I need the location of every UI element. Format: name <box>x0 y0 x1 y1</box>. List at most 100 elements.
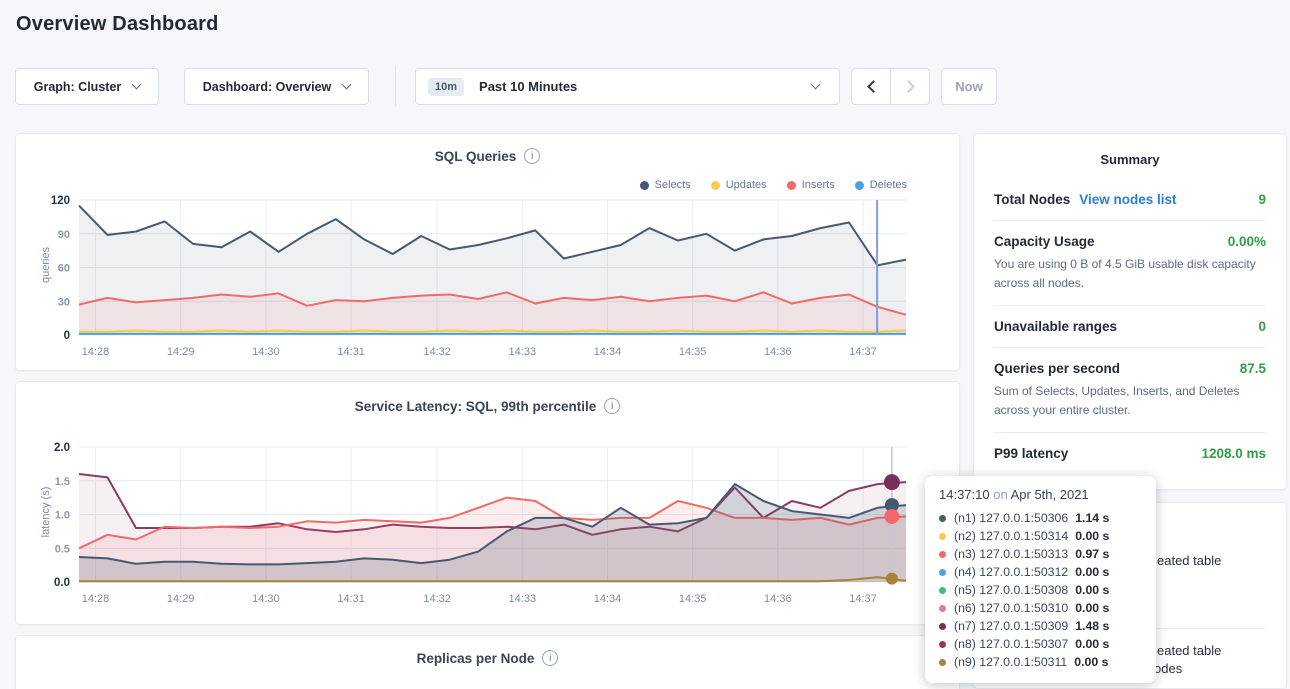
svg-text:14:33: 14:33 <box>509 593 537 605</box>
svg-text:14:36: 14:36 <box>764 593 792 605</box>
summary-row: Queries per second87.5Sum of Selects, Up… <box>994 348 1266 432</box>
chart-tooltip: 14:37:10 on Apr 5th, 2021 (n1) 127.0.0.1… <box>925 476 1156 683</box>
tooltip-row: (n8) 127.0.0.1:503070.00 s <box>939 635 1142 653</box>
event-text-fragment: eated table <box>1157 553 1221 568</box>
chart-canvas: 14:2814:2914:3014:3114:3214:3314:3414:35… <box>16 188 916 366</box>
series-dot-icon <box>939 587 946 594</box>
tooltip-row: (n1) 127.0.0.1:503061.14 s <box>939 509 1142 527</box>
tooltip-rows: (n1) 127.0.0.1:503061.14 s(n2) 127.0.0.1… <box>939 509 1142 671</box>
summary-row: Unavailable ranges 0 <box>994 306 1266 347</box>
svg-text:14:34: 14:34 <box>594 346 622 358</box>
summary-row: Capacity Usage 0.00% You are using 0 B of … <box>994 221 1266 305</box>
summary-row-label: Unavailable ranges <box>994 319 1117 334</box>
svg-text:14:36: 14:36 <box>764 346 792 358</box>
series-dot-icon <box>939 623 946 630</box>
event-text-fragment: eated table <box>1157 643 1221 658</box>
tooltip-node-value: 0.00 s <box>1075 565 1109 579</box>
service-latency-card: Service Latency: SQL, 99th percentile i … <box>15 381 960 625</box>
time-range-dropdown[interactable]: 10m Past 10 Minutes <box>415 68 840 105</box>
chevron-right-icon <box>902 80 915 93</box>
svg-text:14:37: 14:37 <box>849 346 877 358</box>
svg-text:14:30: 14:30 <box>252 593 280 605</box>
summary-row-label: Total Nodes <box>994 192 1070 207</box>
time-range-badge: 10m <box>428 78 464 96</box>
tooltip-time: 14:37:10 <box>939 487 990 502</box>
summary-rows: Total Nodes View nodes list 9 Capacity Usag… <box>994 179 1266 474</box>
tooltip-row: (n2) 127.0.0.1:503140.00 s <box>939 527 1142 545</box>
tooltip-row: (n4) 127.0.0.1:50312 0.00 s <box>939 563 1142 581</box>
svg-text:14:30: 14:30 <box>252 346 280 358</box>
series-dot-icon <box>939 515 946 522</box>
svg-text:14:32: 14:32 <box>423 593 451 605</box>
tooltip-date: Apr 5th, 2021 <box>1011 487 1089 502</box>
event-text-fragment: odes <box>1154 661 1182 676</box>
time-prev-button[interactable] <box>851 68 891 105</box>
graph-dropdown[interactable]: Graph: Cluster <box>15 68 159 105</box>
tooltip-node-value: 1.48 s <box>1075 619 1109 633</box>
tooltip-row: (n3) 127.0.0.1:503130.97 s <box>939 545 1142 563</box>
tooltip-header: 14:37:10 on Apr 5th, 2021 <box>939 487 1142 502</box>
svg-text:14:29: 14:29 <box>167 593 195 605</box>
summary-row: Total Nodes View nodes list 9 <box>994 179 1266 220</box>
tooltip-node-value: 0.00 s <box>1074 655 1108 669</box>
svg-text:0: 0 <box>64 330 70 342</box>
chevron-left-icon <box>867 80 880 93</box>
info-icon[interactable]: i <box>604 398 620 414</box>
svg-text:14:35: 14:35 <box>679 593 707 605</box>
tooltip-row: (n6) 127.0.0.1:503100.00 s <box>939 599 1142 617</box>
summary-title: Summary <box>994 152 1266 167</box>
chart-title-row: Service Latency: SQL, 99th percentile i <box>16 398 959 414</box>
svg-text:120: 120 <box>51 195 70 207</box>
summary-row: P99 latency1208.0 ms <box>994 433 1266 474</box>
svg-text:0.5: 0.5 <box>55 543 70 555</box>
dashboard-dropdown[interactable]: Dashboard: Overview <box>184 68 369 105</box>
svg-text:60: 60 <box>58 263 70 275</box>
svg-text:14:31: 14:31 <box>337 346 365 358</box>
chevron-down-icon <box>132 80 142 90</box>
tooltip-node-label: (n4) 127.0.0.1:50312 <box>954 565 1068 579</box>
graph-dropdown-label: Graph: Cluster <box>34 80 122 94</box>
tooltip-node-value: 0.00 s <box>1075 583 1109 597</box>
svg-text:14:28: 14:28 <box>82 593 110 605</box>
tooltip-node-label: (n3) 127.0.0.1:50313 <box>954 547 1068 561</box>
summary-row-value: 0.00% <box>1228 234 1266 249</box>
tooltip-node-label: (n7) 127.0.0.1:50309 <box>954 619 1068 633</box>
chart-title: Replicas per Node <box>417 651 535 666</box>
page-title: Overview Dashboard <box>16 13 219 36</box>
svg-text:14:28: 14:28 <box>82 346 110 358</box>
chart-title-row: SQL Queries i <box>16 148 959 164</box>
time-range-label: Past 10 Minutes <box>479 79 577 94</box>
sql-queries-chart[interactable]: 14:2814:2914:3014:3114:3214:3314:3414:35… <box>16 188 916 371</box>
svg-text:1.5: 1.5 <box>55 476 70 488</box>
chevron-down-icon <box>342 80 352 90</box>
info-icon[interactable]: i <box>524 148 540 164</box>
summary-row-value: 0 <box>1258 319 1266 334</box>
view-nodes-link[interactable]: View nodes list <box>1079 192 1176 207</box>
dashboard-dropdown-label: Dashboard: Overview <box>203 80 332 94</box>
summary-row-label: P99 latency <box>994 446 1068 461</box>
svg-text:14:34: 14:34 <box>594 593 622 605</box>
service-latency-chart[interactable]: 14:28 14:29 14:30 14:31 14:32 14:33 14:34 14:35… <box>16 435 916 618</box>
sql-queries-card: SQL Queries i SelectsUpdatesInsertsDelet… <box>15 133 960 371</box>
summary-row-value: 87.5 <box>1240 361 1266 376</box>
svg-text:14:31: 14:31 <box>337 593 365 605</box>
info-icon[interactable]: i <box>542 650 558 666</box>
tooltip-node-label: (n2) 127.0.0.1:50314 <box>954 529 1068 543</box>
summary-row-value: 9 <box>1258 192 1266 207</box>
chart-title-row: Replicas per Node i <box>16 650 959 666</box>
summary-row-label: Capacity Usage <box>994 234 1095 249</box>
svg-text:30: 30 <box>58 296 70 308</box>
summary-row-subtext: You are using 0 B of 4.5 GiB usable disk… <box>994 255 1266 292</box>
series-dot-icon <box>939 605 946 612</box>
svg-text:14:33: 14:33 <box>509 346 537 358</box>
time-next-button[interactable] <box>890 68 930 105</box>
events-divider <box>1154 628 1266 629</box>
svg-text:14:29: 14:29 <box>167 346 195 358</box>
svg-text:14:35: 14:35 <box>679 346 707 358</box>
svg-text:14:37: 14:37 <box>849 593 877 605</box>
now-button[interactable]: Now <box>941 68 997 105</box>
tooltip-row: (n5) 127.0.0.1:503080.00 s <box>939 581 1142 599</box>
tooltip-on: on <box>993 487 1007 502</box>
tooltip-node-label: (n1) 127.0.0.1:50306 <box>954 511 1068 525</box>
tooltip-node-label: (n9) 127.0.0.1:50311 <box>954 655 1067 669</box>
